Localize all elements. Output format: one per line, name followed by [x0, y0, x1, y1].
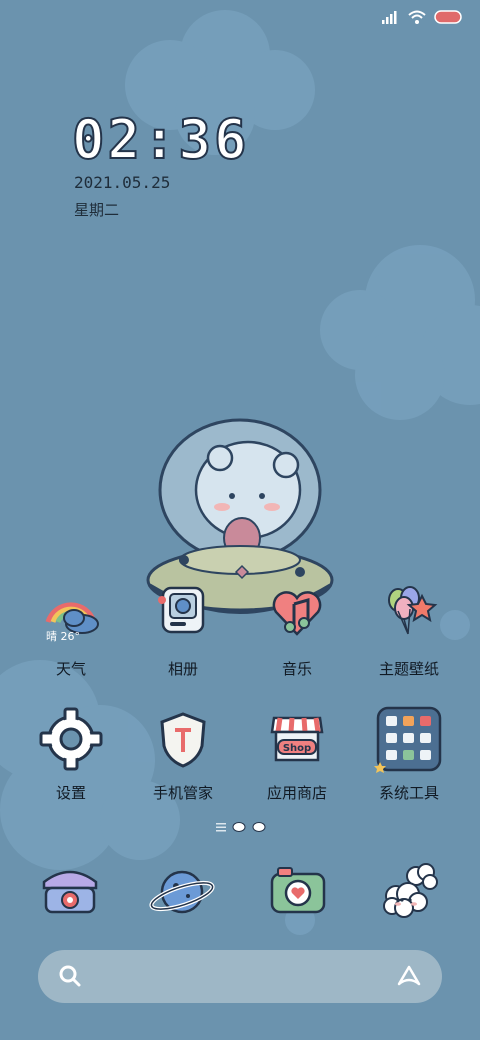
app-gallery[interactable]: 相册	[128, 582, 238, 679]
planet-icon	[149, 870, 215, 914]
search-bar[interactable]	[38, 950, 442, 1003]
app-label: 手机管家	[152, 784, 213, 802]
app-label: 应用商店	[266, 784, 327, 802]
weather-summary: 晴 26°	[46, 630, 80, 643]
folder-icon	[374, 706, 444, 776]
camera-icon	[270, 867, 326, 914]
heart-note-icon	[262, 582, 332, 652]
app-label: 天气	[55, 660, 86, 678]
app-label: 设置	[55, 784, 86, 802]
app-themes[interactable]: 主题壁纸	[354, 582, 464, 679]
shop-sign-text: Shop	[283, 743, 311, 754]
app-folder-system-tools[interactable]: 系统工具	[354, 706, 464, 803]
list-indicator-icon	[216, 823, 226, 832]
dock-phone[interactable]	[30, 852, 110, 932]
app-label: 相册	[167, 660, 198, 678]
clock-time: 02:36	[71, 107, 250, 172]
dock-messages[interactable]	[372, 852, 452, 932]
signal-icon	[382, 11, 397, 24]
balloons-icon	[374, 582, 444, 652]
app-label: 主题壁纸	[378, 660, 439, 678]
cloud-chat-icon	[383, 863, 438, 918]
app-phone-manager[interactable]: 手机管家	[128, 706, 238, 803]
clock-date: 2021.05.25	[74, 173, 171, 192]
dock-browser[interactable]	[142, 852, 222, 932]
page-indicator[interactable]	[216, 822, 266, 832]
clock-weekday: 星期二	[74, 201, 120, 219]
dock-camera[interactable]	[258, 852, 338, 932]
page-dot-icon	[252, 822, 266, 832]
battery-icon	[434, 10, 462, 24]
gear-icon	[36, 706, 106, 776]
app-label: 音乐	[281, 660, 312, 678]
search-icon[interactable]	[58, 964, 82, 988]
rainbow-cloud-icon: 晴 26°	[36, 582, 106, 652]
phone-icon	[42, 870, 98, 914]
app-weather[interactable]: 晴 26° 天气	[16, 582, 126, 679]
app-music[interactable]: 音乐	[242, 582, 352, 679]
assistant-icon[interactable]	[396, 964, 422, 988]
camera-gallery-icon	[148, 582, 218, 652]
page-dot-icon	[232, 822, 246, 832]
status-bar	[382, 10, 462, 24]
shop-icon: Shop	[262, 706, 332, 776]
wifi-icon	[408, 10, 426, 24]
app-label: 系统工具	[378, 784, 439, 802]
app-settings[interactable]: 设置	[16, 706, 126, 803]
app-store[interactable]: Shop 应用商店	[242, 706, 352, 803]
shield-icon	[148, 706, 218, 776]
